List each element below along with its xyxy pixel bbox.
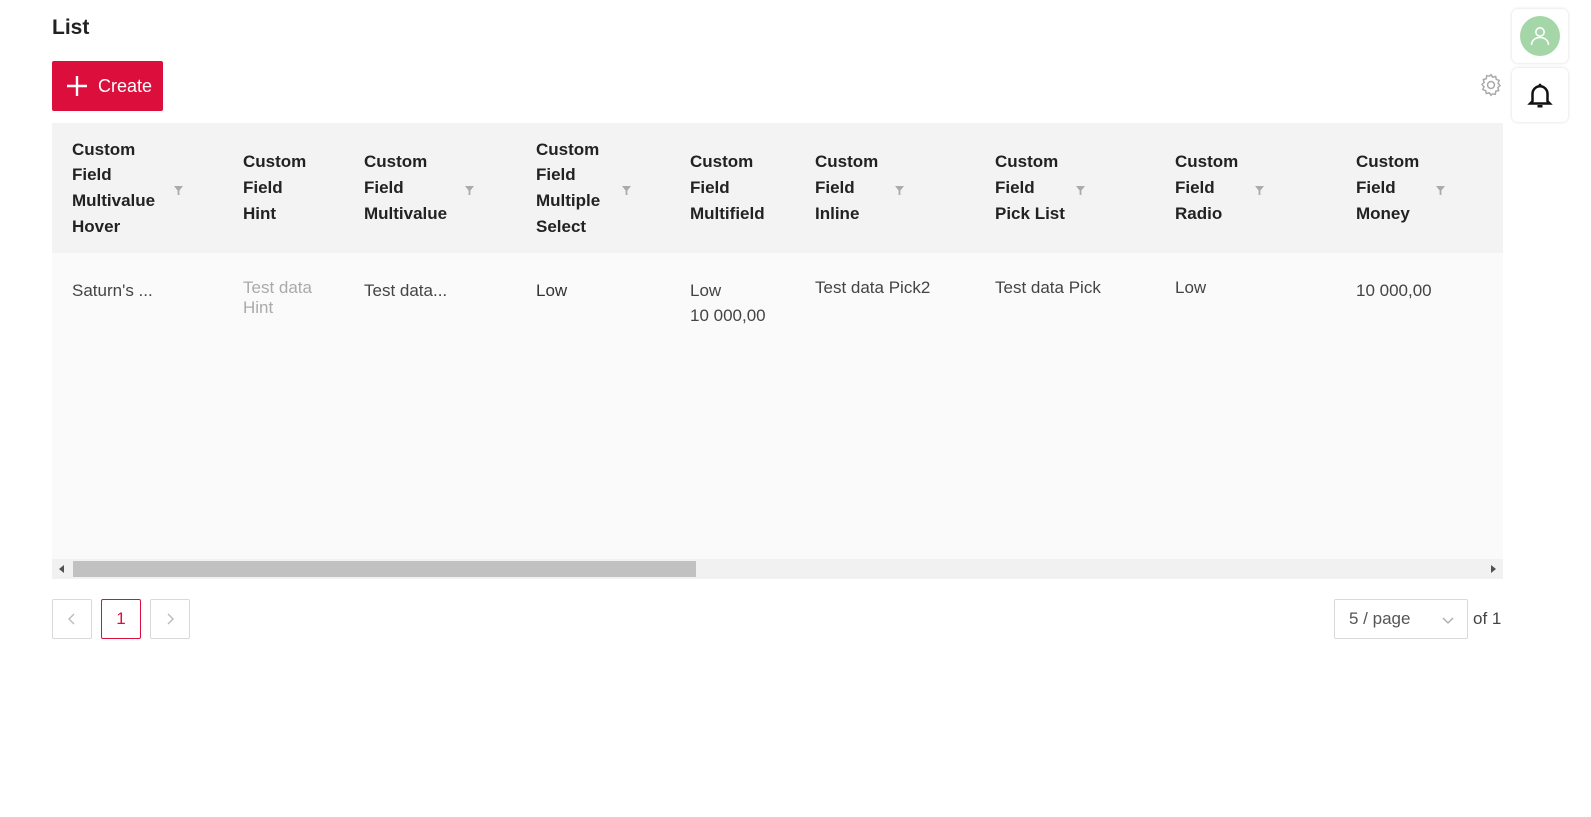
column-label: Custom Field Radio: [1175, 152, 1239, 223]
filter-icon[interactable]: [1255, 186, 1264, 195]
right-rail: [1512, 9, 1568, 127]
table-cell: Test data...: [364, 281, 448, 300]
filter-icon[interactable]: [174, 186, 183, 195]
next-page-button[interactable]: [150, 599, 190, 639]
filter-icon[interactable]: [1436, 186, 1445, 195]
table-cell: Test data Pick: [995, 278, 1101, 297]
scroll-left-icon[interactable]: [57, 564, 67, 574]
column-label: Custom Field Inline: [815, 152, 879, 223]
page-size-select[interactable]: 5 / page: [1334, 599, 1468, 639]
column-label: Custom Field Pick List: [995, 152, 1065, 223]
column-header-pick-list[interactable]: Custom Field Pick List: [995, 123, 1174, 253]
scrollbar-thumb[interactable]: [73, 561, 696, 577]
filter-icon[interactable]: [465, 186, 474, 195]
data-table: Custom Field Multivalue Hover Custom Fie…: [52, 123, 1503, 579]
create-button[interactable]: Create: [52, 61, 163, 111]
table-header: Custom Field Multivalue Hover Custom Fie…: [52, 123, 1503, 253]
chevron-right-icon: [167, 613, 174, 625]
column-header-multiple-select[interactable]: Custom Field Multiple Select: [536, 123, 688, 253]
filter-icon[interactable]: [622, 186, 631, 195]
column-header-multifield[interactable]: Custom Field Multifield: [690, 123, 814, 253]
table-cell: Low: [1175, 278, 1207, 297]
page-title: List: [52, 16, 90, 39]
table-cell: Low 10 000,00: [690, 281, 766, 325]
column-label: Custom Field Multivalue Hover: [72, 139, 156, 236]
column-header-multivalue[interactable]: Custom Field Multivalue: [364, 123, 534, 253]
chevron-left-icon: [68, 613, 75, 625]
settings-button[interactable]: [1478, 72, 1504, 98]
filter-icon[interactable]: [1076, 186, 1085, 195]
page-size-value: 5 / page: [1349, 609, 1411, 628]
create-button-label: Create: [98, 75, 153, 96]
column-header-hint[interactable]: Custom Field Hint: [243, 123, 363, 253]
column-header-multivalue-hover[interactable]: Custom Field Multivalue Hover: [72, 123, 242, 253]
table-cell: 10 000,00: [1356, 281, 1432, 300]
table-cell: Low: [536, 281, 568, 300]
gear-icon: [1480, 73, 1502, 97]
page-total-label: of 1: [1473, 609, 1502, 628]
user-menu-button[interactable]: [1512, 9, 1568, 63]
plus-icon: [67, 76, 87, 96]
table-cell: Test data Hint: [243, 278, 312, 317]
table-cell: Test data Pick2: [815, 278, 931, 297]
bell-icon: [1527, 83, 1553, 108]
column-label: Custom Field Multivalue: [364, 152, 448, 223]
notifications-button[interactable]: [1512, 68, 1568, 122]
avatar: [1520, 16, 1560, 56]
column-header-radio[interactable]: Custom Field Radio: [1175, 123, 1355, 253]
scroll-right-icon[interactable]: [1488, 564, 1498, 574]
table-cell: Saturn's ...: [72, 281, 153, 300]
column-header-inline[interactable]: Custom Field Inline: [815, 123, 994, 253]
column-label: Custom Field Multiple Select: [536, 139, 601, 236]
column-header-money[interactable]: Custom Field Money: [1356, 123, 1503, 253]
prev-page-button[interactable]: [52, 599, 92, 639]
filter-icon[interactable]: [895, 186, 904, 195]
column-label: Custom Field Money: [1356, 152, 1420, 223]
user-icon: [1530, 27, 1550, 46]
horizontal-scrollbar[interactable]: [52, 559, 1503, 579]
page-1-button[interactable]: 1: [101, 599, 141, 639]
chevron-down-icon: [1442, 617, 1454, 624]
column-label: Custom Field Multifield: [690, 152, 765, 223]
column-label: Custom Field Hint: [243, 152, 307, 223]
